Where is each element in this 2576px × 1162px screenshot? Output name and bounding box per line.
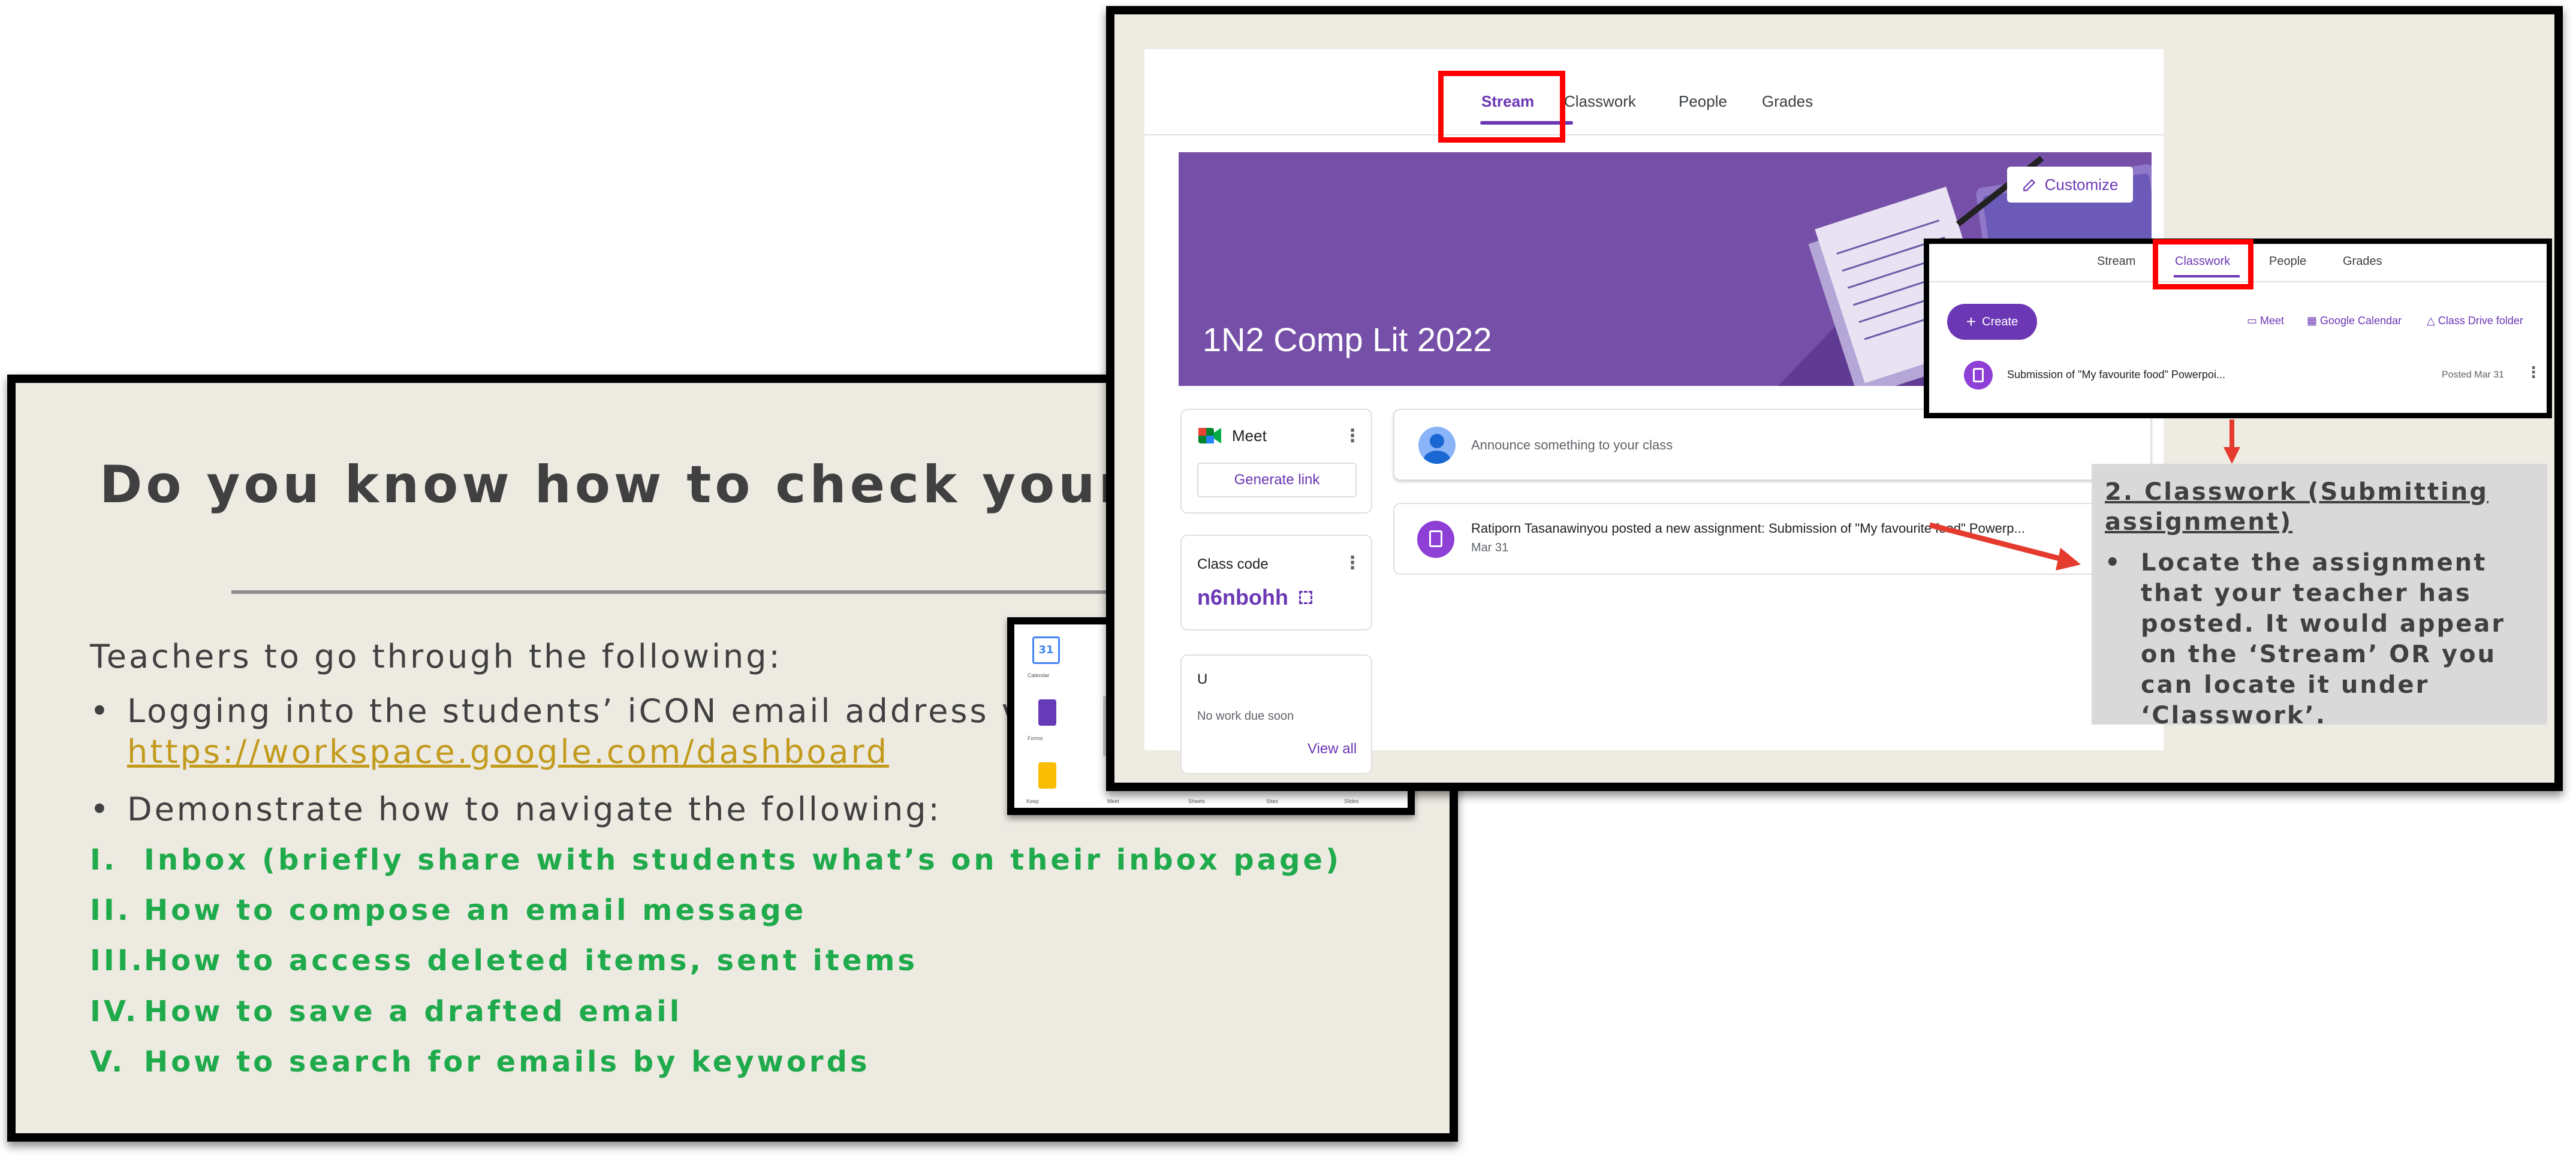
step-text: How to search for emails by keywords [144,1045,870,1079]
workspace-link[interactable]: https://workspace.google.com/dashboard [127,733,889,771]
step-number: III. [90,944,145,977]
step-item: I. Inbox (briefly share with students wha… [90,843,1342,877]
title-divider [231,590,1251,594]
bullet-login-text: Logging into the students’ iCON email ad… [127,692,1057,730]
classroom-screenshot: Stream Classwork People Grades Customize… [1106,6,2563,791]
step-item: III.How to access deleted items, sent it… [90,944,918,977]
step-number: IV. [90,995,140,1028]
note-title: 2. Classwork (Submitting assignment) [2105,478,2488,536]
arrow-head-down [2224,447,2240,464]
app-label: Slides [1344,798,1359,804]
step-text: How to compose an email message [144,894,807,927]
note-body-text: Locate the assignment that your teacher … [2141,549,2506,729]
bullet-dot: • [90,790,112,828]
app-label: Forms [1028,735,1043,741]
bullet-dot: • [90,692,112,730]
arrow-head-right [2056,548,2081,571]
step-text: How to access deleted items, sent items [144,944,918,977]
calendar-icon[interactable]: 31 [1032,636,1060,664]
bullet-navigate: • Demonstrate how to navigate the followi… [90,790,942,828]
step-text: Inbox (briefly share with students what’… [144,843,1342,877]
step-number: I. [90,843,118,877]
forms-icon[interactable] [1038,699,1056,726]
bullet-dot: • [2105,549,2122,577]
step-item: IV. How to save a drafted email [90,995,682,1028]
step-item: V. How to search for emails by keywords [90,1045,870,1079]
app-label: Keep [1026,798,1040,804]
instruction-note: 2. Classwork (Submitting assignment) • L… [2092,464,2547,729]
step-text: How to save a drafted email [144,995,683,1028]
app-label: Meet [1107,798,1120,804]
bullet-login: • Logging into the students’ iCON email a… [90,692,1057,730]
app-label: Sites [1266,798,1279,804]
note-body: • Locate the assignment that your teache… [2105,548,2536,731]
app-label: Sheets [1188,798,1206,804]
keep-icon[interactable] [1038,762,1056,789]
step-item: II. How to compose an email message [90,894,806,927]
step-number: II. [90,894,131,927]
intro-text: Teachers to go through the following: [90,638,782,675]
app-label: Calendar [1028,672,1050,678]
arrow-right [1929,522,2070,564]
bullet-navigate-text: Demonstrate how to navigate the followin… [127,790,942,828]
step-number: V. [90,1045,126,1079]
